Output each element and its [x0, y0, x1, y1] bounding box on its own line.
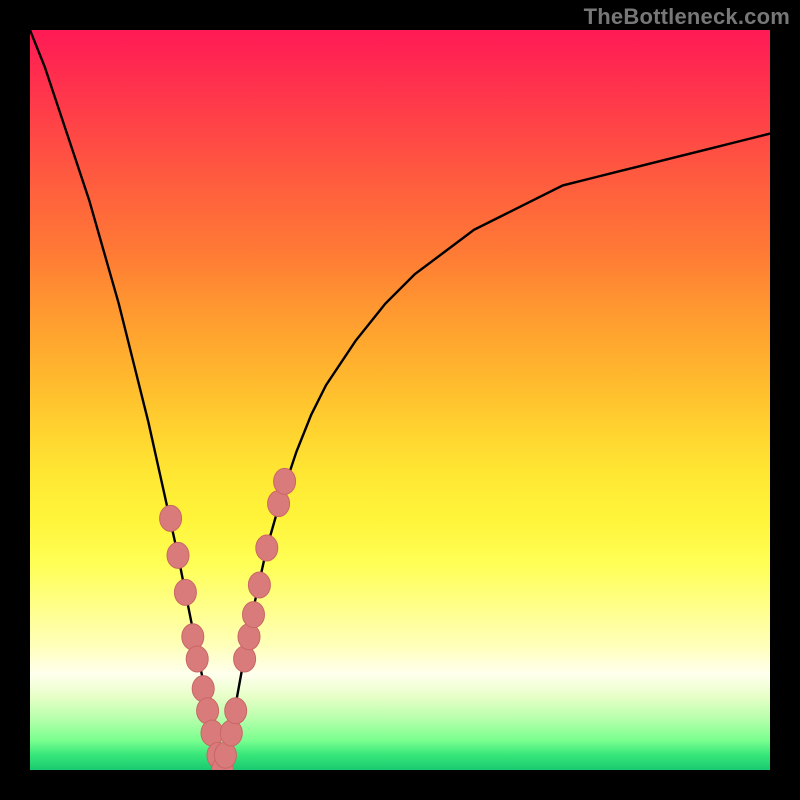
- plot-background: [30, 30, 770, 770]
- watermark-text: TheBottleneck.com: [584, 4, 790, 30]
- chart-frame: TheBottleneck.com: [0, 0, 800, 800]
